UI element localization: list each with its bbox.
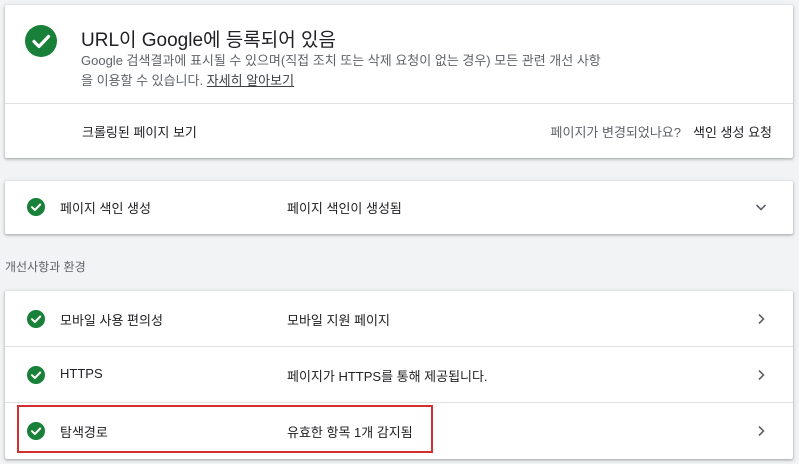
- enhancement-name: 모바일 사용 편의성: [60, 313, 163, 328]
- chevron-right-icon[interactable]: [753, 367, 769, 383]
- page-indexing-row[interactable]: 페이지 색인 생성 페이지 색인이 생성됨: [5, 179, 793, 235]
- divider: [5, 103, 793, 104]
- request-indexing-button[interactable]: 색인 생성 요청: [693, 122, 772, 141]
- enhancement-name: HTTPS: [60, 366, 103, 381]
- enhancement-name: 탐색경로: [60, 425, 108, 440]
- page-changed-question: 페이지가 변경되었나요?: [550, 125, 681, 140]
- url-status-card: URL이 Google에 등록되어 있음 Google 검색결과에 표시될 수 …: [5, 5, 793, 158]
- success-check-icon: [27, 310, 45, 328]
- enhancement-status: 모바일 지원 페이지: [287, 313, 390, 328]
- success-check-icon: [27, 198, 45, 216]
- status-description-text: Google 검색결과에 표시될 수 있으며(직접 조치 또는 삭제 요청이 없…: [81, 53, 601, 88]
- success-check-icon: [25, 25, 57, 57]
- chevron-down-icon[interactable]: [753, 199, 769, 215]
- chevron-right-icon[interactable]: [753, 423, 769, 439]
- view-crawled-page-button[interactable]: 크롤링된 페이지 보기: [82, 122, 197, 141]
- enhancement-status: 유효한 항목 1개 감지됨: [287, 425, 413, 440]
- enhancement-row-breadcrumbs[interactable]: 탐색경로 유효한 항목 1개 감지됨: [5, 403, 793, 459]
- learn-more-link[interactable]: 자세히 알아보기: [207, 73, 294, 88]
- success-check-icon: [27, 366, 45, 384]
- success-check-icon: [27, 422, 45, 440]
- enhancement-row-mobile-usability[interactable]: 모바일 사용 편의성 모바일 지원 페이지: [5, 291, 793, 347]
- enhancements-card: 모바일 사용 편의성 모바일 지원 페이지 HTTPS 페이지가 HTTPS를 …: [5, 291, 793, 459]
- page-indexing-status: 페이지 색인이 생성됨: [287, 201, 402, 216]
- enhancements-section-title: 개선사항과 환경: [5, 260, 86, 274]
- enhancement-status: 페이지가 HTTPS를 통해 제공됩니다.: [287, 369, 488, 384]
- page-indexing-card: 페이지 색인 생성 페이지 색인이 생성됨: [5, 181, 793, 234]
- status-description: Google 검색결과에 표시될 수 있으며(직접 조치 또는 삭제 요청이 없…: [81, 51, 601, 91]
- chevron-right-icon[interactable]: [753, 311, 769, 327]
- page-indexing-label: 페이지 색인 생성: [60, 201, 151, 216]
- enhancement-row-https[interactable]: HTTPS 페이지가 HTTPS를 통해 제공됩니다.: [5, 347, 793, 403]
- status-title: URL이 Google에 등록되어 있음: [81, 30, 336, 51]
